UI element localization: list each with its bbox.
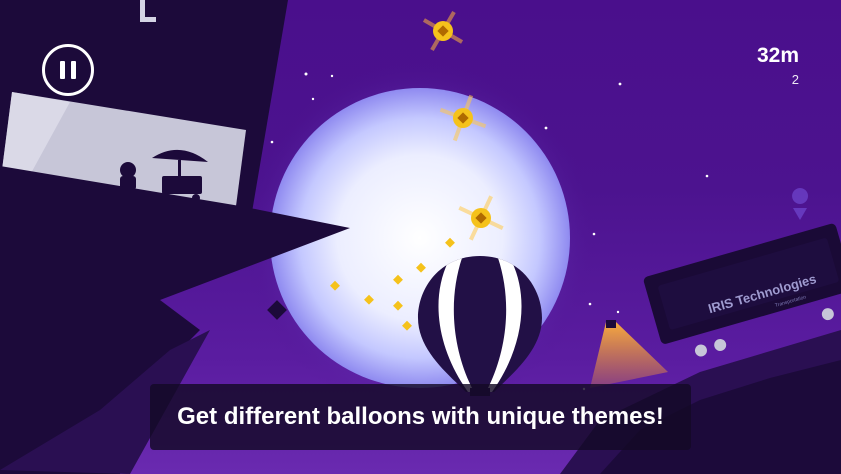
coin-sparkle: [422, 10, 464, 52]
star: [270, 140, 274, 144]
lamp-post: [606, 320, 616, 328]
pause-icon: [60, 61, 65, 79]
star: [588, 302, 592, 306]
star: [705, 174, 709, 178]
distance-counter: 32m: [756, 44, 799, 67]
star: [330, 74, 334, 78]
star: [544, 126, 548, 130]
star: [616, 310, 620, 314]
tower-sign-glyph: [140, 17, 156, 22]
star: [304, 72, 308, 76]
star: [618, 82, 622, 86]
coin-counter: 2: [791, 72, 799, 87]
star: [311, 97, 315, 101]
location-pin-icon: [792, 188, 809, 220]
caption-text: Get different balloons with unique theme…: [177, 403, 664, 430]
star: [592, 232, 596, 236]
caption-banner: Get different balloons with unique theme…: [150, 384, 691, 450]
pause-icon: [71, 61, 76, 79]
lamp-light-beam: [590, 322, 668, 388]
pause-button[interactable]: [42, 44, 94, 96]
